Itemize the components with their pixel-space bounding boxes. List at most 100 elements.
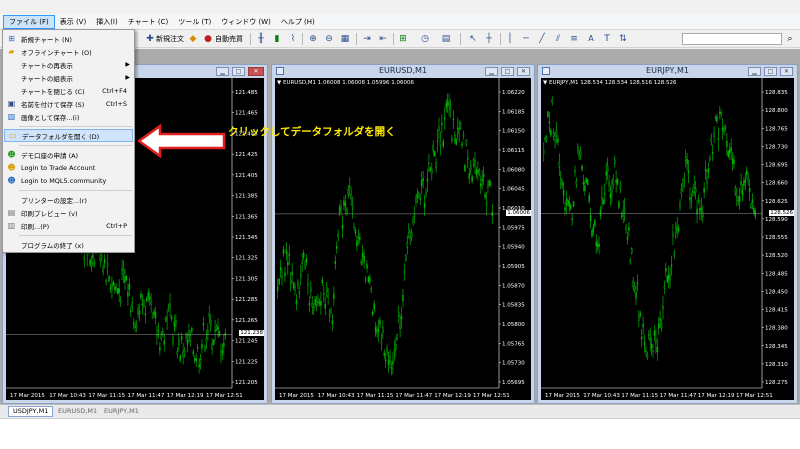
candle [302,249,305,261]
maximize-button[interactable]: □ [232,67,245,76]
auto-trading-icon[interactable]: ● [203,34,213,44]
menu-item-new-chart[interactable]: ⊞ 新規チャート (N) [4,32,133,45]
channel-icon[interactable]: ⫽ [553,34,563,44]
text-icon[interactable]: A [586,34,596,44]
menu-tools[interactable]: ツール (T) [173,15,216,29]
menu-item-print[interactable]: ▥ 印刷...(P) Ctrl+P [4,219,133,232]
arrows-icon[interactable]: ⇅ [618,34,628,44]
candle [482,166,485,185]
minimize-button[interactable]: ▁ [748,67,761,76]
candle [448,93,450,117]
menu-item-print-preview[interactable]: ▤ 印刷プレビュー (v) [4,206,133,219]
close-button[interactable]: ✕ [780,67,793,76]
price-tick-label: 121.465 [235,111,258,117]
line-chart-icon[interactable]: ⌇ [288,34,298,44]
folder-icon: ▭ [8,131,17,140]
candle [731,152,734,171]
candle [550,127,552,138]
expert-icon[interactable]: ◆ [188,34,198,44]
menu-item-offline-chart[interactable]: ▰ オフラインチャート (O) [4,45,133,58]
candle [612,173,615,189]
menu-insert[interactable]: 挿入(I) [91,15,123,29]
menu-item-login-trade[interactable]: ☻ Login to Trade Account [4,161,133,174]
menu-item-reopen-chart[interactable]: チャートの再表示 ▶ [4,58,133,71]
new-order-button[interactable]: 新規注文 [156,33,184,45]
candle [387,351,390,373]
menu-item-demo-account[interactable]: ☻ デモ口座の申請 (A) [4,148,133,161]
new-order-icon[interactable]: ✚ [145,34,155,44]
menu-window[interactable]: ウィンドウ (W) [216,15,276,29]
chart-window-eurjpy[interactable]: EURJPY,M1 ▁ □ ✕ 128.835 128.800 128.765 128… [537,64,798,404]
auto-trading-button[interactable]: 自動売買 [215,33,243,45]
zoom-out-icon[interactable]: ⊖ [324,34,334,44]
maximize-button[interactable]: □ [501,67,514,76]
menu-item-exit[interactable]: プログラムの終了 (x) [4,238,133,251]
horizontal-line-icon[interactable]: ─ [521,34,531,44]
chart-window-eurusd[interactable]: EURUSD,M1 ▁ □ ✕ 1.06220 1.06185 1.06150 1.0… [271,64,535,404]
candle [344,194,347,214]
candle [351,196,354,219]
menu-chart[interactable]: チャート (C) [123,15,174,29]
menu-item-profiles[interactable]: チャートの組表示 ▶ [4,71,133,84]
auto-scroll-icon[interactable]: ⇥ [362,34,372,44]
indicators-icon[interactable]: ⊞ [398,34,408,44]
tab-usdjpy[interactable]: USDJPY,M1 [8,406,54,417]
chart-window-titlebar[interactable]: EURUSD,M1 ▁ □ ✕ [272,65,534,78]
candle [103,253,106,269]
candle [130,306,132,318]
price-tick-label: 1.06220 [502,90,525,96]
candle [370,286,373,294]
tab-eurusd[interactable]: EURUSD,M1 [54,406,101,417]
chart-shift-icon[interactable]: ⇤ [378,34,388,44]
menu-view[interactable]: 表示 (V) [55,15,91,29]
candle [696,199,698,224]
candle [733,155,735,169]
menu-item-print-setup[interactable]: プリンターの設定...(r) [4,193,133,206]
menu-item-save-as[interactable]: ▣ 名前を付けて保存 (S) Ctrl+S [4,97,133,110]
search-icon[interactable]: ⌕ [784,33,796,45]
menu-item-save-picture[interactable]: ▧ 画像として保存...(i) [4,110,133,123]
candle [619,180,622,194]
candle [366,260,368,273]
fibonacci-icon[interactable]: ≡ [569,34,579,44]
menu-file[interactable]: ファイル (F) [3,14,55,29]
tab-eurjpy[interactable]: EURJPY,M1 [100,406,143,417]
trendline-icon[interactable]: ╱ [537,34,547,44]
tile-windows-icon[interactable]: ▦ [340,34,350,44]
menu-item-close-chart[interactable]: チャートを閉じる (C) Ctrl+F4 [4,84,133,97]
minimize-button[interactable]: ▁ [485,67,498,76]
candle [459,121,462,131]
templates-icon[interactable]: ▤ [441,34,451,44]
candlestick-icon[interactable]: ▮ [272,34,282,44]
vertical-line-icon[interactable]: │ [505,34,515,44]
price-chart[interactable]: 128.835 128.800 128.765 128.730 128.695 128.6… [541,78,794,400]
candle [328,309,331,323]
maximize-button[interactable]: □ [764,67,777,76]
candle [736,187,738,207]
price-tick-label: 121.365 [235,214,258,220]
periods-icon[interactable]: ◷ [420,34,430,44]
cursor-icon[interactable]: ↖ [468,34,478,44]
search-input[interactable] [682,33,782,45]
price-tick-label: 128.310 [765,362,788,368]
candle [185,332,187,341]
minimize-button[interactable]: ▁ [216,67,229,76]
candle [399,314,401,338]
price-tick-label: 128.520 [765,253,788,259]
menu-item-open-data-folder[interactable]: ▭ データフォルダを開く (D) [4,129,133,142]
close-button[interactable]: ✕ [517,67,530,76]
crosshair-icon[interactable]: ┼ [484,34,494,44]
menu-help[interactable]: ヘルプ (H) [276,15,320,29]
current-price-tag: 1.06006 [506,209,531,216]
candle [579,146,582,160]
menu-item-login-mql5[interactable]: ☻ Login to MQL5.community [4,174,133,187]
candle [642,316,644,335]
chart-window-titlebar[interactable]: EURJPY,M1 ▁ □ ✕ [538,65,797,78]
zoom-in-icon[interactable]: ⊕ [308,34,318,44]
candle [376,325,378,338]
candle [172,333,174,348]
image-icon: ▧ [7,112,16,121]
close-button[interactable]: ✕ [248,67,264,76]
bar-chart-icon[interactable]: ╫ [256,34,266,44]
text-label-icon[interactable]: T [602,34,612,44]
